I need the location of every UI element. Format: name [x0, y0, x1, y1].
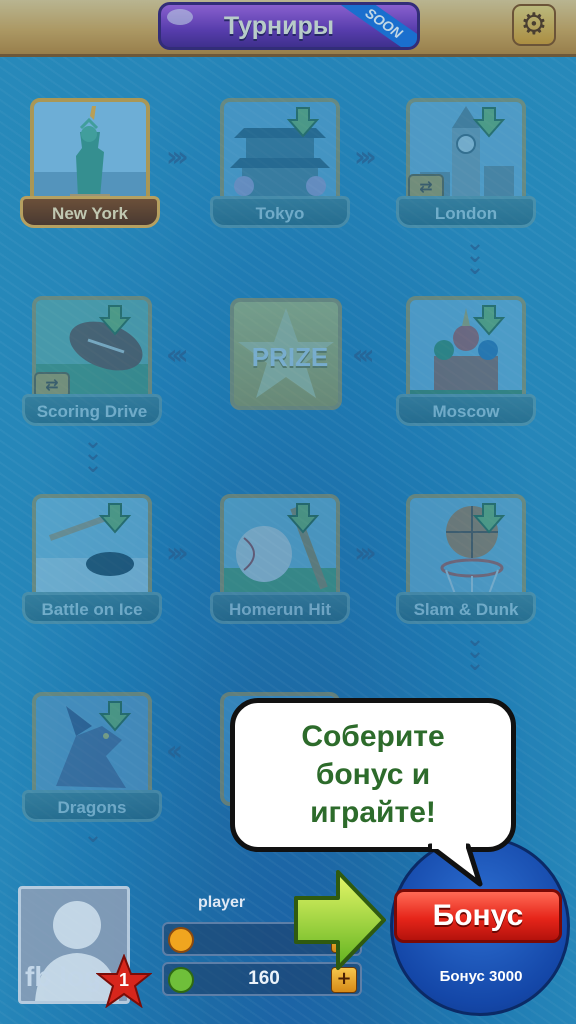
- tip-line-3: играйте!: [310, 796, 436, 829]
- path-chevrons: ‹‹‹: [352, 338, 374, 371]
- statue-of-liberty-icon: [34, 102, 146, 208]
- tile-new-york[interactable]: New York: [20, 98, 160, 228]
- clover-icon: [168, 967, 194, 993]
- fb-login-label[interactable]: fb log: [25, 961, 101, 993]
- tip-text: Соберите бонус и играйте!: [236, 718, 510, 832]
- tile-homerun-hit[interactable]: Homerun Hit: [210, 494, 350, 624]
- tile-image: [220, 494, 340, 608]
- tile-image: [32, 692, 152, 806]
- tile-label: Homerun Hit: [210, 592, 350, 624]
- tile-label: Tokyo: [210, 196, 350, 228]
- download-arrow-icon: [286, 503, 320, 534]
- path-chevrons-down: ⌄ ⌄ ⌄: [465, 627, 485, 676]
- path-chevrons: ›››: [354, 536, 376, 569]
- download-arrow-icon: [98, 701, 132, 732]
- path-chevrons-down: ⌄ ⌄ ⌄: [83, 429, 103, 478]
- player-name: player: [198, 894, 246, 911]
- tile-image: [220, 98, 340, 212]
- path-chevrons-down: ⌄ ⌄ ⌄: [465, 231, 485, 280]
- download-arrow-icon: [472, 107, 506, 138]
- tip-line-2: бонус и: [315, 758, 431, 791]
- tile-battle-on-ice[interactable]: Battle on Ice: [22, 494, 162, 624]
- path-chevrons: ‹‹: [166, 734, 183, 767]
- download-arrow-icon: [472, 503, 506, 534]
- pointer-arrow-icon: [294, 870, 386, 970]
- settings-gear-button[interactable]: ⚙: [512, 4, 556, 46]
- tile-label: Scoring Drive: [22, 394, 162, 426]
- tile-london[interactable]: ⇄ London: [396, 98, 536, 228]
- tile-tokyo[interactable]: Tokyo: [210, 98, 350, 228]
- tournament-map-screen: Турниры SOON ⚙ New York ››› Tokyo ››› ⇄ …: [0, 0, 576, 1024]
- path-chevrons-down: ⌄: [83, 823, 103, 848]
- coin-icon: [168, 927, 194, 953]
- path-chevrons: ›››: [354, 140, 376, 173]
- prize-label: PRIZE: [251, 342, 329, 372]
- tile-prize[interactable]: PRIZE: [226, 298, 342, 418]
- tile-image: [406, 296, 526, 410]
- tile-image: [32, 494, 152, 608]
- download-arrow-icon: [98, 503, 132, 534]
- tile-image: [406, 494, 526, 608]
- bonus-amount: Бонус 3000: [439, 968, 523, 985]
- bonus-button[interactable]: Бонус: [394, 889, 562, 943]
- level-number: 1: [118, 970, 129, 990]
- top-bar: Турниры SOON ⚙: [0, 0, 576, 57]
- tile-dragons[interactable]: Dragons: [22, 692, 162, 822]
- gear-icon: ⚙: [520, 7, 548, 42]
- speech-tail: [428, 842, 483, 887]
- download-arrow-icon: [472, 305, 506, 336]
- tile-image: [30, 98, 150, 212]
- download-arrow-icon: [286, 107, 320, 138]
- tile-label: Battle on Ice: [22, 592, 162, 624]
- path-chevrons: ›››: [166, 536, 188, 569]
- path-chevrons: ›››: [166, 140, 188, 173]
- tile-label: London: [396, 196, 536, 228]
- path-chevrons: ‹‹‹: [166, 338, 188, 371]
- tile-moscow[interactable]: Moscow: [396, 296, 536, 426]
- tile-label: Slam & Dunk: [396, 592, 536, 624]
- title-plate: Турниры SOON: [158, 2, 420, 50]
- tile-slam-dunk[interactable]: Slam & Dunk: [396, 494, 536, 624]
- tip-line-1: Соберите: [301, 720, 445, 753]
- tile-scoring-drive[interactable]: ⇄ Scoring Drive: [22, 296, 162, 426]
- tile-label: Dragons: [22, 790, 162, 822]
- download-arrow-icon: [98, 305, 132, 336]
- tile-label: New York: [20, 196, 160, 228]
- tile-label: Moscow: [396, 394, 536, 426]
